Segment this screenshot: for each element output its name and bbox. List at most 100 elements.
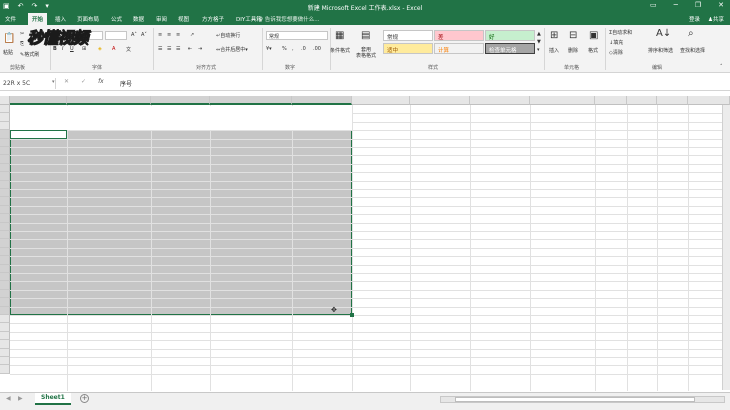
styles-scroll[interactable]: ▲ ▼ ▾ — [537, 30, 541, 54]
conditional-format-icon[interactable]: ▦ — [335, 30, 344, 41]
find-select-icon[interactable]: ⌕ — [688, 28, 694, 39]
tab-page-layout[interactable]: 页面布局 — [77, 15, 99, 23]
column-header-d[interactable] — [210, 96, 292, 105]
percent-icon[interactable]: % — [282, 46, 287, 52]
enter-icon[interactable]: ✓ — [81, 78, 86, 85]
fill-handle[interactable] — [350, 313, 354, 317]
number-format-combo[interactable]: 常规 — [266, 31, 328, 40]
name-box[interactable]: 22R x 5C — [0, 78, 56, 89]
name-box-dropdown-icon[interactable]: ▾ — [52, 79, 55, 85]
cancel-icon[interactable]: ✕ — [64, 78, 69, 85]
share-button[interactable]: ♟共享 — [708, 15, 724, 23]
worksheet-grid[interactable]: ✥ — [0, 96, 730, 391]
format-painter-button[interactable]: ✎格式刷 — [20, 51, 39, 58]
row-header-29[interactable] — [0, 340, 10, 349]
column-header-k[interactable] — [627, 96, 657, 105]
column-header-c[interactable] — [151, 96, 210, 105]
column-header-a[interactable] — [10, 96, 67, 105]
horizontal-scrollbar[interactable] — [440, 396, 725, 403]
row-header-2[interactable] — [0, 113, 10, 122]
column-header-m[interactable] — [688, 96, 730, 105]
row-header-25[interactable] — [0, 306, 10, 315]
style-calculation[interactable]: 计算 — [434, 43, 484, 54]
style-bad[interactable]: 差 — [434, 30, 484, 41]
column-header-e[interactable] — [292, 96, 352, 105]
phonetic-icon[interactable]: 文 — [126, 46, 131, 53]
row-header-14[interactable] — [0, 214, 10, 223]
copy-icon[interactable]: ⎘ — [20, 41, 24, 47]
cut-icon[interactable]: ✂ — [20, 31, 24, 37]
delete-cells-button[interactable]: 删除 — [568, 47, 578, 54]
select-all-corner[interactable] — [0, 96, 10, 105]
column-header-g[interactable] — [410, 96, 470, 105]
column-header-h[interactable] — [470, 96, 530, 105]
close-icon[interactable]: ✕ — [718, 1, 724, 9]
comma-icon[interactable]: , — [292, 46, 294, 52]
orientation-icon[interactable]: ↗ — [190, 32, 194, 38]
row-header-4[interactable] — [0, 130, 10, 139]
tab-view[interactable]: 视图 — [178, 15, 189, 23]
align-center-icon[interactable]: ☰ — [167, 46, 171, 52]
align-middle-icon[interactable]: ≡ — [167, 32, 171, 38]
prev-sheet-icon[interactable]: ◀ — [6, 395, 11, 402]
currency-icon[interactable]: ¥▾ — [266, 46, 272, 52]
row-header-1[interactable] — [0, 105, 10, 114]
column-header-f[interactable] — [352, 96, 410, 105]
row-header-8[interactable] — [0, 163, 10, 173]
insert-cells-icon[interactable]: ⊞ — [550, 30, 558, 41]
row-header-13[interactable] — [0, 205, 10, 215]
delete-cells-icon[interactable]: ⊟ — [569, 30, 577, 41]
wrap-text-button[interactable]: ↵自动换行 — [216, 32, 240, 39]
fill-button[interactable]: ↓填充 — [609, 39, 623, 46]
row-header-19[interactable] — [0, 256, 10, 265]
collapse-ribbon-icon[interactable]: ˄ — [720, 64, 723, 70]
column-header-j[interactable] — [595, 96, 627, 105]
row-header-26[interactable] — [0, 315, 10, 324]
decrease-indent-icon[interactable]: ⇤ — [188, 46, 192, 52]
login-link[interactable]: 登录 — [689, 15, 700, 23]
tab-formulas[interactable]: 公式 — [111, 15, 122, 23]
formula-input[interactable]: 序号 — [120, 79, 132, 88]
sort-filter-icon[interactable]: A↓ — [656, 28, 671, 39]
increase-decimal-icon[interactable]: .0 — [301, 46, 306, 52]
vertical-scrollbar[interactable] — [722, 105, 730, 390]
merge-center-button[interactable]: ⇔合并后居中▾ — [216, 46, 248, 53]
row-header-23[interactable] — [0, 289, 10, 299]
ribbon-display-icon[interactable]: ▭ — [650, 1, 657, 9]
conditional-format-button[interactable]: 条件格式 — [330, 47, 350, 54]
row-header-24[interactable] — [0, 298, 10, 307]
row-header-18[interactable] — [0, 247, 10, 257]
active-cell[interactable] — [10, 130, 67, 139]
align-top-icon[interactable]: ≡ — [158, 32, 162, 38]
column-header-i[interactable] — [530, 96, 595, 105]
row-header-11[interactable] — [0, 189, 10, 198]
next-sheet-icon[interactable]: ▶ — [18, 395, 23, 402]
style-normal[interactable]: 常规 — [383, 30, 433, 41]
style-good[interactable]: 好 — [485, 30, 535, 41]
row-header-30[interactable] — [0, 348, 10, 357]
row-header-21[interactable] — [0, 273, 10, 282]
format-cells-button[interactable]: 格式 — [588, 47, 598, 54]
row-header-9[interactable] — [0, 172, 10, 181]
style-check-cell[interactable]: 检查单元格 — [485, 43, 535, 54]
tab-insert[interactable]: 插入 — [55, 15, 66, 23]
decrease-decimal-icon[interactable]: .00 — [313, 46, 321, 52]
format-as-table-button[interactable]: 套用 表格格式 — [356, 47, 376, 59]
tab-diy-toolbox[interactable]: DIY工具箱 — [236, 15, 262, 23]
row-header-32[interactable] — [0, 365, 10, 374]
paste-icon[interactable]: 📋 — [3, 33, 15, 44]
clear-button[interactable]: ◇清除 — [609, 49, 623, 56]
sheet-tab-sheet1[interactable]: Sheet1 — [35, 393, 71, 405]
row-header-27[interactable] — [0, 323, 10, 332]
row-header-5[interactable] — [0, 138, 10, 147]
row-header-3[interactable] — [0, 121, 10, 131]
autosum-button[interactable]: Σ自动求和 — [609, 29, 632, 36]
column-header-b[interactable] — [67, 96, 151, 105]
fill-color-icon[interactable]: ◈ — [98, 46, 102, 52]
row-header-31[interactable] — [0, 357, 10, 366]
increase-font-icon[interactable]: A˄ — [131, 32, 137, 38]
insert-cells-button[interactable]: 插入 — [549, 47, 559, 54]
font-size-combo[interactable] — [105, 31, 127, 40]
tab-review[interactable]: 审阅 — [156, 15, 167, 23]
decrease-font-icon[interactable]: A˅ — [141, 32, 147, 38]
